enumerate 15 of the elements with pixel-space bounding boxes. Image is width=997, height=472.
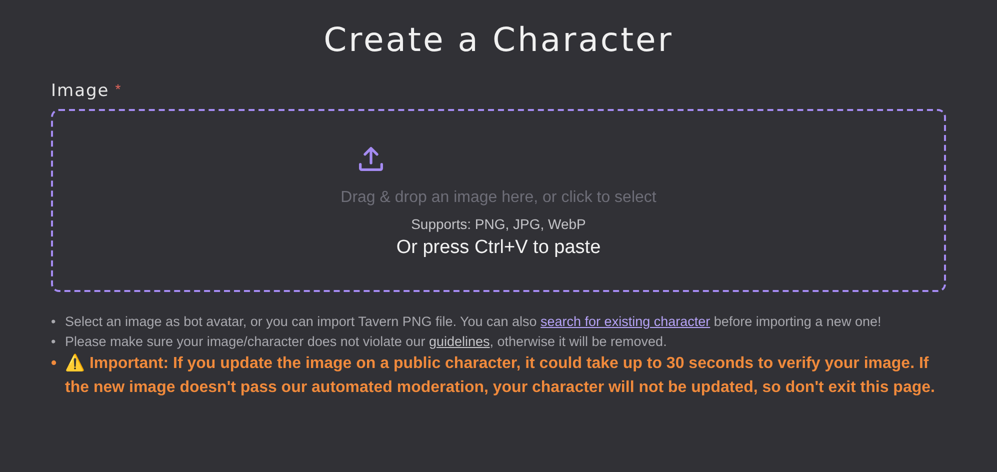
dropzone-prompt: Drag & drop an image here, or click to select <box>340 188 656 206</box>
page-title: Create a Character <box>322 20 674 59</box>
warning-note: ⚠ Important: If you update the image on a public character, it could take up to 30 seconds to verify your image. If the new image doesn't pass our automated moderation, your character will not be updated, so don't exit this page. <box>65 352 936 398</box>
help-note: Select an image as bot avatar, or you can import Tavern PNG file. You can also search for existing character before importing a new one! <box>65 313 882 331</box>
paste-hint: Or press Ctrl+V to paste <box>396 236 601 258</box>
help-note: Please make sure your image/character does not violate our guidelines, otherwise it will be removed. <box>65 333 668 351</box>
bullet: • <box>51 333 57 351</box>
supported-formats: Supports: PNG, JPG, WebP <box>411 216 586 232</box>
bullet: • <box>51 313 57 331</box>
text-link[interactable]: guidelines <box>428 334 490 349</box>
field-label: Image <box>51 81 110 101</box>
image-dropzone[interactable]: Drag & drop an image here, or click to select Supports: PNG, JPG, WebP Or press Ctrl+V to paste <box>51 109 946 292</box>
text-link[interactable]: search for existing character <box>540 314 710 329</box>
bullet: • <box>51 354 58 374</box>
required-mark: * <box>115 81 121 97</box>
